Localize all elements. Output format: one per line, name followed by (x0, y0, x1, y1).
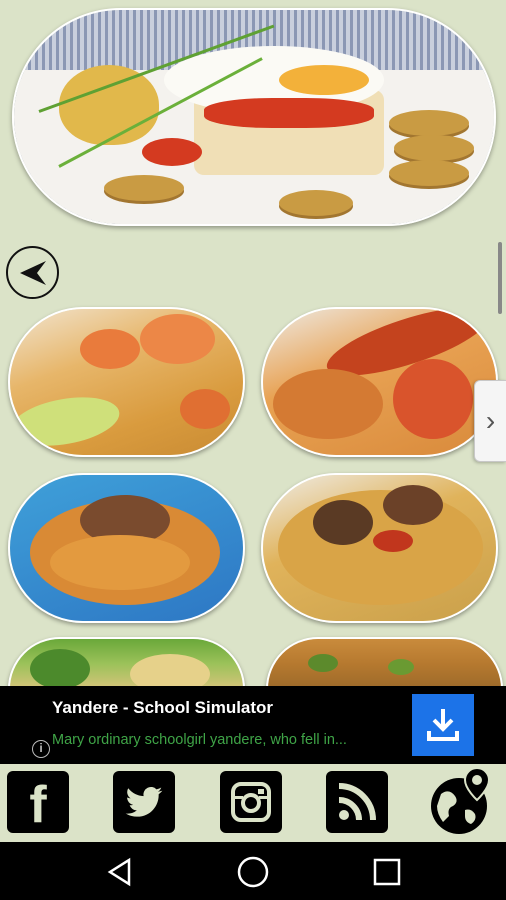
facebook-icon: f (29, 776, 47, 834)
gallery-item-paella-meat[interactable] (261, 473, 498, 623)
system-back-button[interactable] (100, 852, 140, 892)
system-home-button[interactable] (233, 852, 273, 892)
download-icon (427, 709, 459, 741)
facebook-button[interactable]: f (7, 771, 69, 833)
back-arrow-icon (19, 260, 46, 285)
gallery-item-meat-rice-blue-plate[interactable] (8, 473, 245, 623)
scrollbar-thumb[interactable] (498, 242, 502, 314)
globe-location-icon (431, 766, 491, 834)
globe-location-button[interactable] (427, 766, 497, 836)
ad-info-icon[interactable]: i (32, 740, 50, 758)
gallery-item-green-vegetable-rice[interactable] (8, 637, 245, 689)
next-page-tab[interactable]: › (474, 380, 506, 462)
back-button[interactable] (6, 246, 59, 299)
gallery-item-lobster-rice[interactable] (261, 307, 498, 457)
ad-title[interactable]: Yandere - School Simulator (52, 698, 273, 718)
instagram-icon (231, 782, 271, 822)
ad-description[interactable]: Mary ordinary schoolgirl yandere, who fe… (52, 732, 398, 748)
instagram-button[interactable] (220, 771, 282, 833)
hero-banner-image (12, 8, 496, 226)
gallery-item-peas-rice[interactable] (266, 637, 503, 689)
twitter-button[interactable] (113, 771, 175, 833)
rss-icon (338, 783, 376, 821)
twitter-icon (125, 786, 163, 817)
back-triangle-icon (107, 857, 131, 887)
rss-button[interactable] (326, 771, 388, 833)
system-recents-button[interactable] (367, 852, 407, 892)
home-circle-icon (237, 856, 269, 888)
social-bar: f (0, 764, 506, 842)
system-nav-bar (0, 842, 506, 900)
chevron-right-icon: › (485, 405, 496, 436)
recents-square-icon (373, 858, 401, 886)
ad-download-button[interactable] (412, 694, 474, 756)
gallery-item-shrimp-rice[interactable] (8, 307, 245, 457)
